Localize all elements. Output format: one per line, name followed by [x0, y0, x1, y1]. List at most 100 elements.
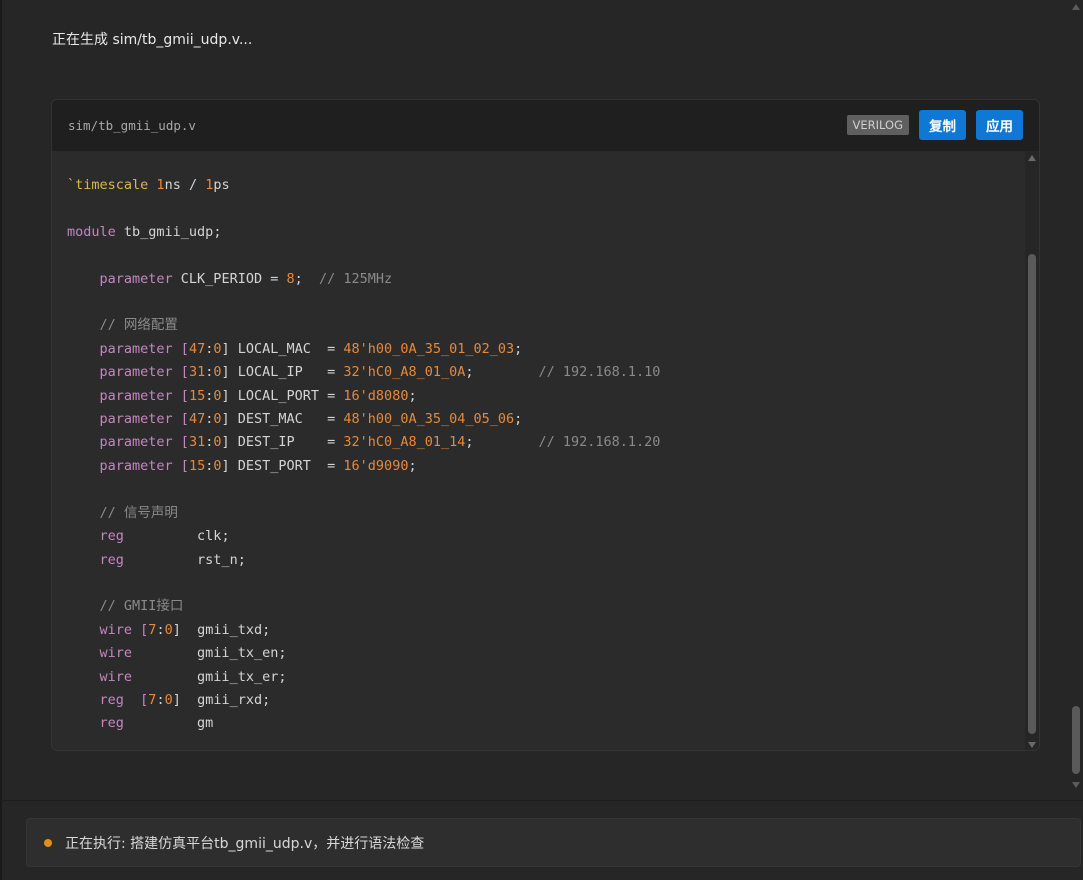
scroll-up-arrow-icon[interactable] [1028, 155, 1036, 161]
code-line: reg [7:0] gmii_rxd; [100, 692, 271, 708]
scroll-down-arrow-icon[interactable] [1072, 782, 1080, 788]
code-token: rst_n; [123, 551, 246, 568]
code-token: 15 [188, 387, 206, 404]
execution-status-text: 正在执行: 搭建仿真平台tb_gmii_udp.v，并进行语法检查 [65, 835, 425, 852]
code-token: [ [123, 691, 149, 708]
code-line: parameter [15:0] DEST_PORT = 16'd9090; [100, 458, 417, 474]
code-token: ] [221, 457, 230, 474]
file-path: sim/tb_gmii_udp.v [68, 118, 196, 133]
code-token: parameter [99, 270, 173, 287]
code-token: 1 [156, 177, 165, 193]
code-token: 16'd8080 [343, 387, 409, 404]
code-token: clk; [123, 528, 230, 545]
apply-button[interactable]: 应用 [976, 110, 1023, 140]
code-token: LOCAL_IP = [229, 364, 344, 381]
code-token: 31 [188, 434, 206, 451]
code-token: ] [172, 691, 181, 708]
code-line: `timescale 1ns / 1ps [67, 177, 230, 193]
code-token: 0 [164, 621, 173, 638]
code-comment: // 192.168.1.10 [538, 364, 661, 381]
code-token: 32'hC0_A8_01_14 [343, 434, 466, 451]
code-token: gmii_rxd; [180, 691, 271, 708]
scroll-down-arrow-icon[interactable] [1028, 742, 1036, 748]
code-token: 15 [188, 457, 206, 474]
language-badge: VERILOG [846, 115, 909, 135]
code-token: DEST_IP = [229, 434, 344, 451]
code-comment: // 信号声明 [99, 504, 178, 521]
code-line: parameter CLK_PERIOD = 8; // 125MHz [100, 271, 393, 287]
code-token: [ [172, 387, 189, 404]
code-token: tb_gmii_udp; [115, 223, 222, 240]
code-line: parameter [31:0] LOCAL_IP = 32'hC0_A8_01… [100, 364, 661, 380]
code-line: parameter [31:0] DEST_IP = 32'hC0_A8_01_… [100, 434, 661, 450]
code-token: `timescale [67, 177, 149, 193]
code-block: sim/tb_gmii_udp.v VERILOG 复制 应用 `timesca… [51, 99, 1040, 751]
code-token: parameter [99, 364, 173, 381]
code-token: ] [221, 364, 230, 381]
code-line: reg rst_n; [100, 552, 246, 568]
code-scrollbar[interactable] [1025, 151, 1039, 750]
scroll-up-arrow-icon[interactable] [1072, 4, 1080, 10]
code-line: reg gm [100, 715, 214, 731]
code-token: 0 [164, 691, 173, 708]
code-token: reg [99, 551, 124, 568]
code-token: ; [465, 364, 539, 381]
code-line: reg clk; [100, 528, 230, 544]
code-token: 48'h00_0A_35_04_05_06 [343, 411, 515, 428]
code-token: reg [99, 691, 124, 708]
code-line: parameter [47:0] LOCAL_MAC = 48'h00_0A_3… [100, 341, 523, 357]
code-token: LOCAL_PORT = [229, 387, 344, 404]
code-token: ] [221, 387, 230, 404]
code-token: [ [172, 457, 189, 474]
code-token: ] [221, 340, 230, 357]
divider [0, 800, 1083, 801]
code-token: [ [172, 434, 189, 451]
code-token: : [156, 621, 165, 638]
code-token: LOCAL_MAC = [229, 340, 344, 357]
code-comment: // 125MHz [319, 270, 393, 287]
code-token: reg [99, 715, 124, 732]
code-token: [ [172, 364, 189, 381]
code-token: gm [123, 715, 214, 732]
code-token: wire [99, 645, 133, 662]
code-token: ] [221, 434, 230, 451]
code-token: DEST_MAC = [229, 411, 344, 428]
page-scrollbar[interactable] [1069, 0, 1083, 800]
code-token: ] [172, 621, 181, 638]
code-token: ] [221, 411, 230, 428]
code-token: ; [294, 270, 319, 287]
code-token: parameter [99, 457, 173, 474]
code-token: CLK_PERIOD = [172, 270, 287, 287]
code-line: wire [7:0] gmii_txd; [100, 622, 271, 638]
code-token: : [156, 691, 165, 708]
generation-status: 正在生成 sim/tb_gmii_udp.v... [52, 32, 253, 48]
code-token: parameter [99, 340, 173, 357]
code-content[interactable]: `timescale 1ns / 1ps module tb_gmii_udp;… [52, 151, 1025, 750]
code-token: gmii_tx_en; [132, 645, 287, 662]
scroll-thumb[interactable] [1028, 254, 1036, 734]
code-line: module tb_gmii_udp; [67, 224, 221, 240]
copy-button[interactable]: 复制 [919, 110, 966, 140]
status-dot-icon [44, 838, 52, 847]
code-line: wire gmii_tx_en; [100, 645, 287, 661]
code-actions: VERILOG 复制 应用 [846, 110, 1023, 140]
code-token: ; [408, 387, 417, 404]
code-line: wire gmii_tx_er; [100, 669, 287, 685]
scroll-thumb[interactable] [1072, 706, 1080, 774]
code-text: `timescale 1ns / 1ps module tb_gmii_udp;… [52, 151, 1025, 736]
code-token: 48'h00_0A_35_01_02_03 [343, 340, 515, 357]
code-token: gmii_txd; [180, 621, 271, 638]
code-token: 47 [188, 411, 206, 428]
left-border [0, 0, 2, 880]
code-token: 16'd9090 [343, 457, 409, 474]
code-token: ; [408, 457, 417, 474]
code-token: 32'hC0_A8_01_0A [343, 364, 466, 381]
code-token: ; [514, 340, 523, 357]
code-block-header: sim/tb_gmii_udp.v VERILOG 复制 应用 [52, 100, 1039, 151]
code-token: gmii_tx_er; [132, 668, 287, 685]
code-comment: // GMII接口 [99, 598, 184, 615]
code-token: module [67, 223, 116, 240]
code-comment: // 192.168.1.20 [538, 434, 661, 451]
code-token: ns / [164, 177, 206, 193]
code-token: parameter [99, 411, 173, 428]
